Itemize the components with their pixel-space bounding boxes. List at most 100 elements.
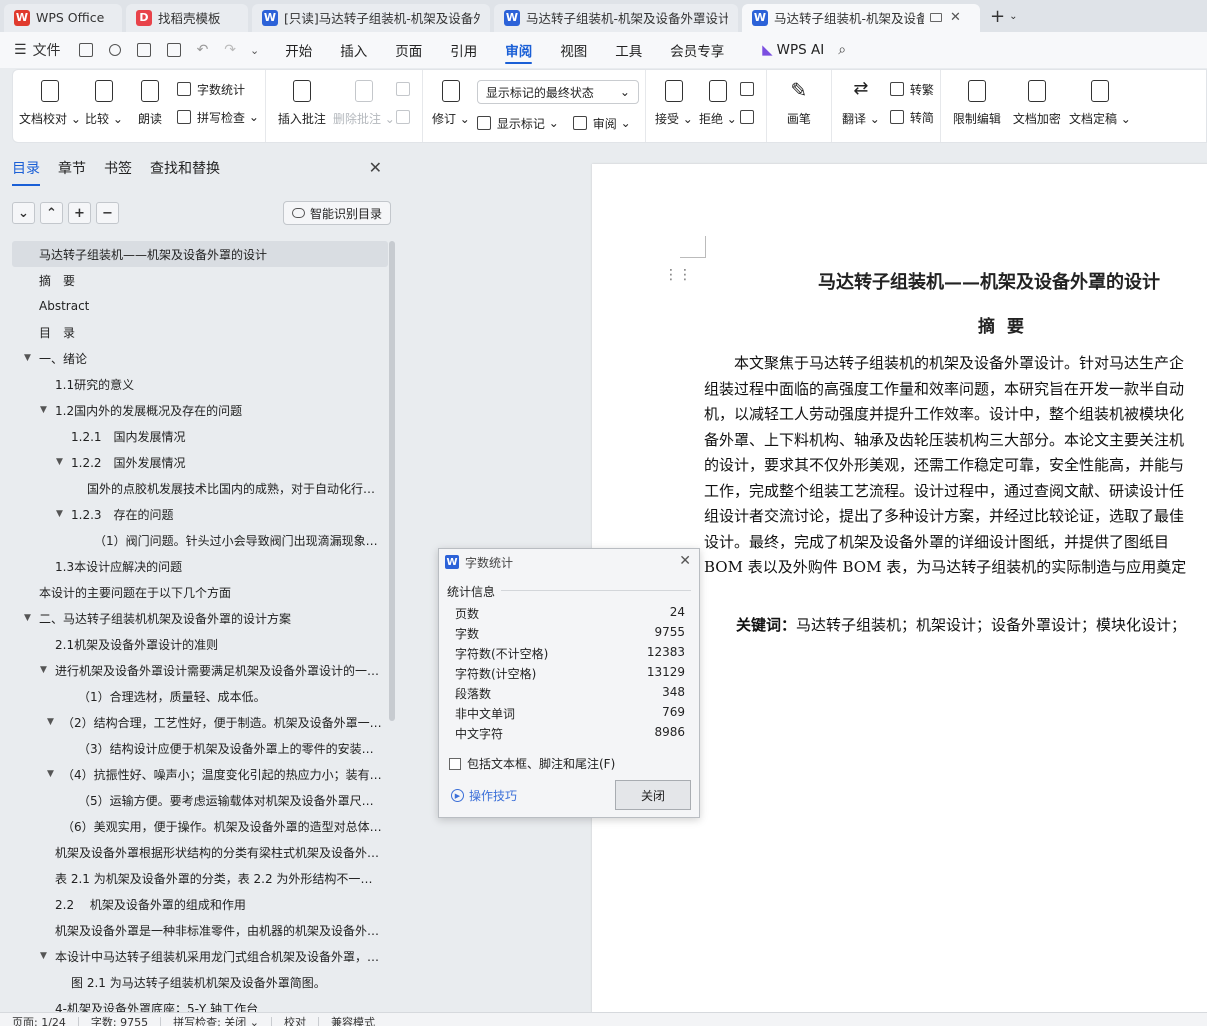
toc-item[interactable]: ▼ 进行机架及设备外罩设计需要满足机架及设备外罩设计的一般要求 <box>12 657 388 683</box>
expand-arrow-icon[interactable]: ▼ <box>56 509 63 519</box>
toc-item[interactable]: 2.2 机架及设备外罩的组成和作用 <box>12 891 388 917</box>
save-icon[interactable] <box>78 43 93 57</box>
menu-item[interactable]: 视图 <box>546 32 601 68</box>
expand-arrow-icon[interactable]: ▼ <box>40 405 47 415</box>
show-markup-button[interactable]: 显示标记 ⌄ <box>476 114 559 132</box>
toc-item[interactable]: ▼ 1.2国内外的发展概况及存在的问题 <box>12 397 388 423</box>
toc-item[interactable]: （1）合理选材，质量轻、成本低。 <box>12 683 388 709</box>
spell-check-button[interactable]: 拼写检查 ⌄ <box>177 108 259 126</box>
toc-item[interactable]: 表 2.1 为机架及设备外罩的分类，表 2.2 为外形结构不一样的机架 <box>12 865 388 891</box>
toc-item[interactable]: ▼ （4）抗振性好、噪声小；温度变化引起的热应力小；装有精密 <box>12 761 388 787</box>
status-spell[interactable]: 拼写检查: 关闭 ⌄ <box>161 1016 273 1026</box>
menu-item[interactable]: 开始 <box>271 32 326 68</box>
close-icon[interactable]: ✕ <box>950 10 961 25</box>
delete-comment-button[interactable]: 删除批注 ⌄ <box>332 78 396 127</box>
include-textbox-checkbox[interactable]: 包括文本框、脚注和尾注(F) <box>449 755 615 772</box>
expand-arrow-icon[interactable]: ▼ <box>24 353 31 363</box>
toc-item[interactable]: （1）阀门问题。针头过小会导致阀门出现滴漏现象，针头过大 <box>12 527 388 553</box>
toc-item[interactable]: ▼ 本设计中马达转子组装机采用龙门式组合机架及设备外罩，外罩由 <box>12 943 388 969</box>
toc-item[interactable]: （6）美观实用，便于操作。机架及设备外罩的造型对总体布局 <box>12 813 388 839</box>
file-menu[interactable]: ☰ 文件 <box>14 40 61 60</box>
toc-item[interactable]: 图 2.1 为马达转子组装机机架及设备外罩简图。 <box>12 969 388 995</box>
tab-find-replace[interactable]: 查找和替换 <box>150 158 220 186</box>
toc-item[interactable]: 本设计的主要问题在于以下几个方面 <box>12 579 388 605</box>
toc-item[interactable]: Abstract <box>12 293 388 319</box>
toc-item[interactable]: 1.3本设计应解决的问题 <box>12 553 388 579</box>
chevron-down-icon[interactable]: ⌄ <box>250 44 259 57</box>
menu-item[interactable]: 引用 <box>436 32 491 68</box>
wps-ai-button[interactable]: ◣ WPS AI <box>738 32 838 68</box>
chevron-up-icon[interactable]: ⌃ <box>40 202 63 224</box>
chevron-down-icon[interactable]: ⌄ <box>12 202 35 224</box>
toc-item[interactable]: 摘 要 <box>12 267 388 293</box>
undo-icon[interactable]: ↶ <box>197 42 209 58</box>
tab-bookmarks[interactable]: 书签 <box>104 158 132 186</box>
toc-item[interactable]: 马达转子组装机——机架及设备外罩的设计 <box>12 241 388 267</box>
menu-item[interactable]: 会员专享 <box>656 32 738 68</box>
menu-item[interactable]: 工具 <box>601 32 656 68</box>
translate-button[interactable]: ⇄ 翻译 ⌄ <box>838 78 884 127</box>
toc-item[interactable]: 1.1研究的意义 <box>12 371 388 397</box>
markup-select[interactable]: 显示标记的最终状态 ⌄ <box>476 80 639 104</box>
encrypt-button[interactable]: 文档加密 <box>1007 78 1067 127</box>
close-button[interactable]: 关闭 <box>615 780 691 810</box>
toc-item[interactable]: （3）结构设计应便于机架及设备外罩上的零件的安装、调整 <box>12 735 388 761</box>
toc-item[interactable]: 国外的点胶机发展技术比国内的成熟，对于自动化行业的发展 <box>12 475 388 501</box>
toc-item[interactable]: 2.1机架及设备外罩设计的准则 <box>12 631 388 657</box>
toc-item[interactable]: ▼ 一、绪论 <box>12 345 388 371</box>
reject-button[interactable]: 拒绝 ⌄ <box>696 78 740 127</box>
monitor-icon[interactable] <box>930 13 942 22</box>
toc-item[interactable]: （5）运输方便。要考虑运输载体对机架及设备外罩尺寸的限制 <box>12 787 388 813</box>
close-icon[interactable]: ✕ <box>679 553 691 569</box>
expand-arrow-icon[interactable]: ▼ <box>40 665 47 675</box>
redo-icon[interactable]: ↷ <box>224 42 236 58</box>
revise-button[interactable]: 修订 ⌄ <box>429 78 473 127</box>
tab-readonly-doc[interactable]: W [只读]马达转子组装机-机架及设备外罩 <box>252 3 490 32</box>
toc-item[interactable]: ▼ （2）结构合理，工艺性好，便于制造。机架及设备外罩一般采用 <box>12 709 388 735</box>
prev-change-icon[interactable] <box>739 80 760 98</box>
tab-chapters[interactable]: 章节 <box>58 158 86 186</box>
pen-button[interactable]: ✎ 画笔 <box>773 78 825 127</box>
toc-scrollbar[interactable] <box>389 241 395 721</box>
smart-toc-button[interactable]: 智能识别目录 <box>283 201 392 225</box>
doc-check-button[interactable]: 文档校对 ⌄ <box>19 78 81 127</box>
review-pane-button[interactable]: 审阅 ⌄ <box>572 114 631 132</box>
status-words[interactable]: 字数: 9755 <box>79 1016 162 1026</box>
to-simplified-button[interactable]: 转简 <box>889 108 934 126</box>
tips-link[interactable]: ▶ 操作技巧 <box>451 787 517 804</box>
compare-button[interactable]: 比较 ⌄ <box>81 78 127 127</box>
toc-item[interactable]: 1.2.1 国内发展情况 <box>12 423 388 449</box>
menu-item-review[interactable]: 审阅 <box>491 32 546 68</box>
tab-design-doc[interactable]: W 马达转子组装机-机架及设备外罩设计 <box>494 3 738 32</box>
finalize-button[interactable]: 文档定稿 ⌄ <box>1067 78 1133 127</box>
menu-item[interactable]: 插入 <box>326 32 381 68</box>
status-proof[interactable]: 校对 <box>272 1016 320 1026</box>
next-change-icon[interactable] <box>739 108 760 126</box>
tab-docer[interactable]: D 找稻壳模板 <box>126 3 248 32</box>
restrict-edit-button[interactable]: 限制编辑 <box>947 78 1007 127</box>
toc-item[interactable]: 机架及设备外罩是一种非标准零件，由机器的机架及设备外罩结构 <box>12 917 388 943</box>
expand-arrow-icon[interactable]: ▼ <box>47 717 54 727</box>
toc-item[interactable]: ▼ 二、马达转子组装机机架及设备外罩的设计方案 <box>12 605 388 631</box>
to-traditional-button[interactable]: 转繁 <box>889 80 934 98</box>
toc-item[interactable]: 目 录 <box>12 319 388 345</box>
print-icon[interactable] <box>136 43 151 57</box>
read-aloud-button[interactable]: 朗读 <box>127 78 173 127</box>
new-tab-icon[interactable]: + <box>990 6 1005 27</box>
tab-active-doc[interactable]: W 马达转子组装机-机架及设备外罩 ✕ <box>742 3 980 32</box>
add-icon[interactable]: + <box>68 202 91 224</box>
next-comment-icon[interactable] <box>395 108 416 126</box>
checkbox-box[interactable] <box>449 757 461 770</box>
prev-comment-icon[interactable] <box>395 80 416 98</box>
search-icon[interactable]: ⌕ <box>838 42 846 58</box>
expand-arrow-icon[interactable]: ▼ <box>24 613 31 623</box>
toc-item[interactable]: ▼ 1.2.3 存在的问题 <box>12 501 388 527</box>
expand-arrow-icon[interactable]: ▼ <box>56 457 63 467</box>
print-preview-icon[interactable] <box>166 43 181 57</box>
menu-item[interactable]: 页面 <box>381 32 436 68</box>
expand-arrow-icon[interactable]: ▼ <box>40 951 47 961</box>
accept-button[interactable]: 接受 ⌄ <box>652 78 696 127</box>
status-page[interactable]: 页面: 1/24 <box>0 1016 79 1026</box>
tab-toc[interactable]: 目录 <box>12 158 40 186</box>
insert-comment-button[interactable]: 插入批注 <box>272 78 332 127</box>
